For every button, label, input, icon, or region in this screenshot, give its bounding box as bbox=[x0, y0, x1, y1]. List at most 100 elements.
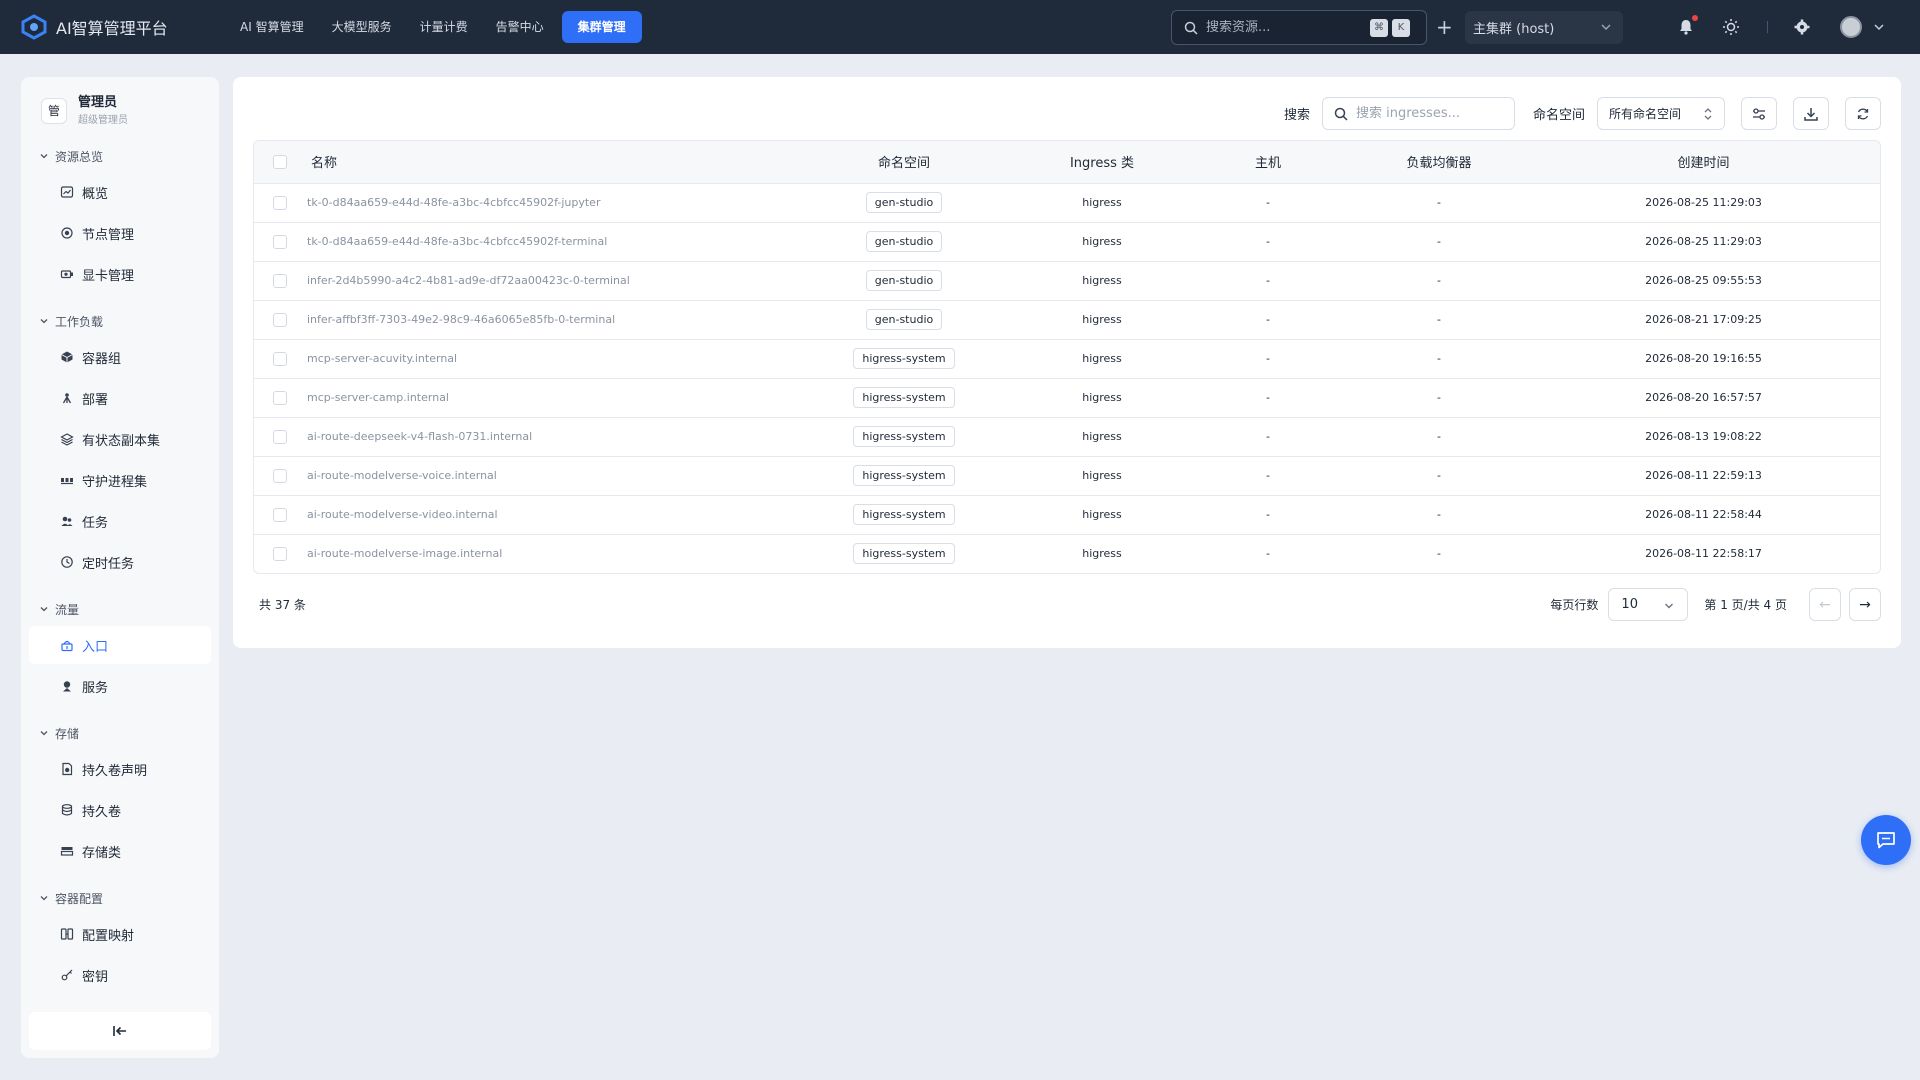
ingress-name[interactable]: ai-route-modelverse-voice.internal bbox=[297, 456, 789, 495]
table-row[interactable]: infer-2d4b5990-a4c2-4b81-ad9e-df72aa0042… bbox=[254, 261, 1880, 300]
sidebar-item[interactable]: 任务 bbox=[29, 502, 211, 540]
ingress-name[interactable]: ai-route-deepseek-v4-flash-0731.internal bbox=[297, 417, 789, 456]
column-header-created[interactable]: 创建时间 bbox=[1527, 141, 1880, 183]
row-checkbox[interactable] bbox=[272, 468, 287, 483]
created-time: 2026-08-11 22:58:17 bbox=[1645, 547, 1762, 561]
sidebar-item[interactable]: 持久卷声明 bbox=[29, 750, 211, 788]
table-row[interactable]: tk-0-d84aa659-e44d-48fe-a3bc-4cbfcc45902… bbox=[254, 222, 1880, 261]
column-settings-button[interactable] bbox=[1741, 97, 1777, 130]
ingress-name[interactable]: ai-route-modelverse-image.internal bbox=[297, 534, 789, 573]
ingress-search-input[interactable] bbox=[1355, 106, 1506, 121]
row-checkbox[interactable] bbox=[272, 507, 287, 522]
ingress-name[interactable]: tk-0-d84aa659-e44d-48fe-a3bc-4cbfcc45902… bbox=[297, 183, 789, 222]
sidebar-group: 资源总览概览节点管理显卡管理 bbox=[21, 142, 219, 293]
prev-page-button[interactable]: ← bbox=[1809, 588, 1841, 621]
nav-ai-compute[interactable]: AI 智算管理 bbox=[226, 11, 318, 43]
sun-icon[interactable] bbox=[1721, 17, 1741, 37]
select-all-checkbox[interactable] bbox=[272, 154, 287, 169]
sidebar-item[interactable]: 密钥 bbox=[29, 956, 211, 994]
table-row[interactable]: ai-route-modelverse-voice.internal higres… bbox=[254, 456, 1880, 495]
global-search[interactable]: ⌘ K bbox=[1171, 10, 1427, 45]
namespace-tag: higress-system bbox=[853, 543, 955, 565]
sidebar-item-label: 配置映射 bbox=[82, 928, 135, 944]
sidebar-item[interactable]: 容器组 bbox=[29, 338, 211, 376]
table-row[interactable]: mcp-server-acuvity.internal higress-syste… bbox=[254, 339, 1880, 378]
sidebar-item-label: 守护进程集 bbox=[82, 474, 148, 490]
row-checkbox[interactable] bbox=[272, 312, 287, 327]
namespace-label: 命名空间 bbox=[1532, 108, 1585, 123]
sidebar-item[interactable]: 持久卷 bbox=[29, 791, 211, 829]
column-header-host[interactable]: 主机 bbox=[1185, 141, 1351, 183]
chat-button[interactable] bbox=[1861, 815, 1911, 865]
sidebar-item[interactable]: 概览 bbox=[29, 173, 211, 211]
row-checkbox[interactable] bbox=[272, 273, 287, 288]
sidebar-item-label: 有状态副本集 bbox=[82, 433, 161, 449]
collapse-sidebar-button[interactable] bbox=[29, 1012, 211, 1050]
sidebar-item[interactable]: 存储类 bbox=[29, 832, 211, 870]
table-body: tk-0-d84aa659-e44d-48fe-a3bc-4cbfcc45902… bbox=[254, 183, 1880, 573]
rows-per-page-select[interactable]: 10 bbox=[1608, 588, 1689, 621]
column-header-load-balancer[interactable]: 负载均衡器 bbox=[1351, 141, 1527, 183]
brand[interactable]: AI智算管理平台 bbox=[20, 13, 210, 41]
row-checkbox[interactable] bbox=[272, 546, 287, 561]
sidebar-item[interactable]: 入口 bbox=[29, 626, 211, 664]
sidebar-item[interactable]: 部署 bbox=[29, 379, 211, 417]
chevron-down-icon[interactable] bbox=[1872, 20, 1886, 34]
gear-icon[interactable] bbox=[1792, 17, 1812, 37]
sidebar-item[interactable]: 守护进程集 bbox=[29, 461, 211, 499]
add-icon[interactable]: + bbox=[1436, 15, 1453, 39]
row-checkbox[interactable] bbox=[272, 429, 287, 444]
column-header-namespace[interactable]: 命名空间 bbox=[789, 141, 1019, 183]
row-select-cell bbox=[254, 378, 297, 417]
sidebar-item[interactable]: 配置映射 bbox=[29, 915, 211, 953]
sidebar-group-title[interactable]: 容器配置 bbox=[21, 884, 219, 912]
sidebar-item-label: 节点管理 bbox=[82, 227, 135, 243]
sidebar-item[interactable]: 定时任务 bbox=[29, 543, 211, 581]
ingress-name[interactable]: tk-0-d84aa659-e44d-48fe-a3bc-4cbfcc45902… bbox=[297, 222, 789, 261]
dashboard-icon bbox=[60, 186, 74, 198]
refresh-button[interactable] bbox=[1845, 97, 1881, 130]
ingress-class: higress bbox=[1082, 196, 1122, 209]
avatar[interactable] bbox=[1840, 16, 1862, 38]
sidebar-item-label: 任务 bbox=[82, 515, 109, 531]
sidebar-item[interactable]: 服务 bbox=[29, 667, 211, 705]
sidebar-item-label: 定时任务 bbox=[82, 556, 135, 572]
namespace-select[interactable]: 所有命名空间 bbox=[1597, 97, 1725, 130]
row-checkbox[interactable] bbox=[272, 195, 287, 210]
download-button[interactable] bbox=[1793, 97, 1829, 130]
table-row[interactable]: tk-0-d84aa659-e44d-48fe-a3bc-4cbfcc45902… bbox=[254, 183, 1880, 222]
configmap-icon bbox=[60, 928, 74, 940]
nav-llm-service[interactable]: 大模型服务 bbox=[318, 11, 406, 43]
nav-alerts[interactable]: 告警中心 bbox=[482, 11, 558, 43]
cluster-select[interactable]: 主集群 (host) bbox=[1465, 11, 1623, 44]
row-checkbox[interactable] bbox=[272, 390, 287, 405]
ingress-name[interactable]: infer-2d4b5990-a4c2-4b81-ad9e-df72aa0042… bbox=[297, 261, 789, 300]
sidebar-group-title[interactable]: 资源总览 bbox=[21, 142, 219, 170]
table-row[interactable]: ai-route-deepseek-v4-flash-0731.internal… bbox=[254, 417, 1880, 456]
sidebar-item[interactable]: 有状态副本集 bbox=[29, 420, 211, 458]
column-header-ingress-class[interactable]: Ingress 类 bbox=[1019, 141, 1185, 183]
next-page-button[interactable]: → bbox=[1849, 588, 1881, 621]
sidebar-group-title[interactable]: 流量 bbox=[21, 595, 219, 623]
row-checkbox[interactable] bbox=[272, 234, 287, 249]
row-checkbox[interactable] bbox=[272, 351, 287, 366]
nav-cluster-management[interactable]: 集群管理 bbox=[561, 11, 642, 43]
global-search-input[interactable] bbox=[1206, 20, 1366, 35]
table-row[interactable]: ai-route-modelverse-image.internal higres… bbox=[254, 534, 1880, 573]
table-row[interactable]: mcp-server-camp.internal higress-system hi… bbox=[254, 378, 1880, 417]
nav-billing[interactable]: 计量计费 bbox=[406, 11, 482, 43]
sidebar-group-title[interactable]: 工作负载 bbox=[21, 307, 219, 335]
sidebar-group-title[interactable]: 存储 bbox=[21, 719, 219, 747]
table-row[interactable]: infer-affbf3ff-7303-49e2-98c9-46a6065e85… bbox=[254, 300, 1880, 339]
ingress-name[interactable]: mcp-server-acuvity.internal bbox=[297, 339, 789, 378]
sidebar-item[interactable]: 显卡管理 bbox=[29, 255, 211, 293]
ingress-search[interactable] bbox=[1321, 97, 1515, 130]
ingress-name[interactable]: infer-affbf3ff-7303-49e2-98c9-46a6065e85… bbox=[297, 300, 789, 339]
column-header-name[interactable]: 名称 bbox=[297, 141, 789, 183]
ingress-class: higress bbox=[1082, 469, 1122, 482]
ingress-name[interactable]: mcp-server-camp.internal bbox=[297, 378, 789, 417]
ingress-name[interactable]: ai-route-modelverse-video.internal bbox=[297, 495, 789, 534]
sidebar-item-label: 概览 bbox=[82, 186, 109, 202]
sidebar-item[interactable]: 节点管理 bbox=[29, 214, 211, 252]
table-row[interactable]: ai-route-modelverse-video.internal higres… bbox=[254, 495, 1880, 534]
